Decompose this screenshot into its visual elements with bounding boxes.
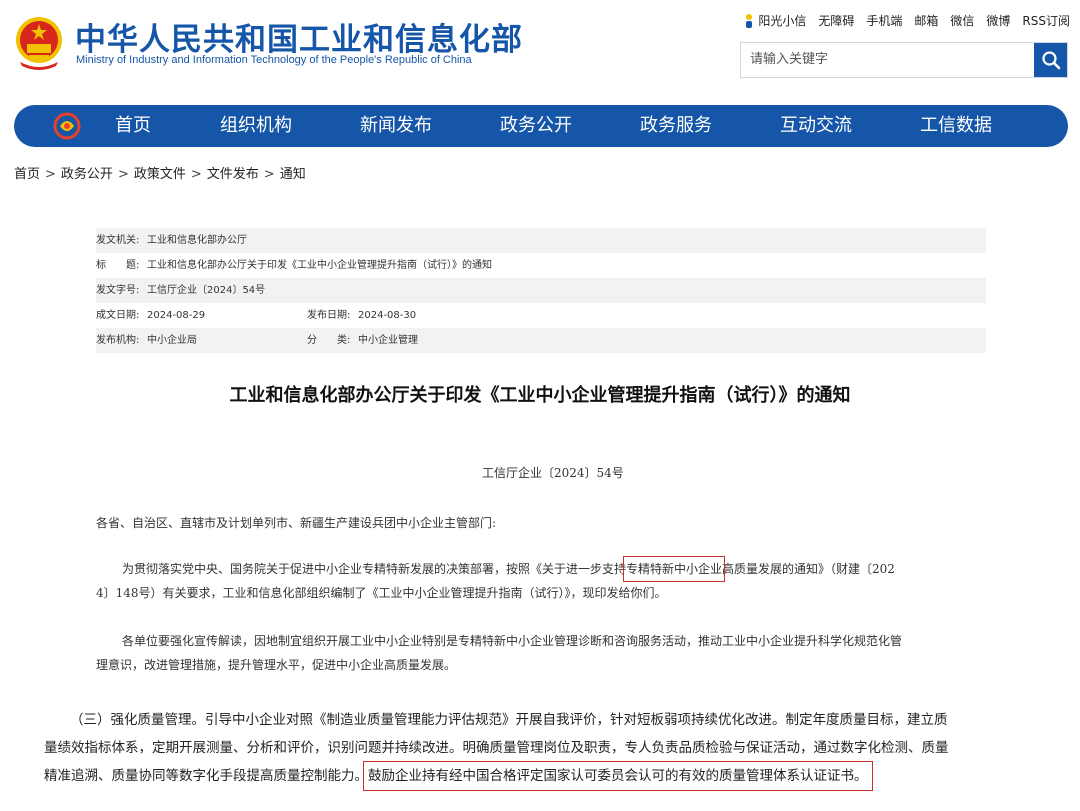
document-metadata: 发文机关: 工业和信息化部办公厅 标 题: 工业和信息化部办公厅关于印发《工业中… bbox=[96, 228, 986, 353]
meta-value: 2024-08-29 bbox=[147, 310, 206, 321]
toplink-mobile[interactable]: 手机端 bbox=[866, 12, 902, 29]
highlighted-phrase: 专精特新中小企业 bbox=[623, 556, 726, 582]
toplink-accessibility[interactable]: 无障碍 bbox=[818, 12, 854, 29]
paragraph-2-line-1: 各单位要强化宣传解读，因地制宜组织开展工业中小企业特别是专精特新中小企业管理诊断… bbox=[122, 634, 903, 648]
toplink-sunshine[interactable]: 阳光小信 bbox=[743, 12, 806, 29]
paragraph-text: 为贯彻落实党中央、国务院关于促进中小企业专精特新发展的决策部署，按照《关于进一步… bbox=[122, 562, 627, 576]
meta-label: 成文日期: bbox=[96, 310, 140, 321]
meta-value: 工业和信息化部办公厅关于印发《工业中小企业管理提升指南（试行）》的通知 bbox=[147, 260, 492, 271]
site-subtitle: Ministry of Industry and Information Tec… bbox=[76, 54, 472, 66]
nav-item-services[interactable]: 政务服务 bbox=[640, 105, 712, 147]
paragraph-2-line-2: 理意识，改进管理措施，提升管理水平，促进中小企业高质量发展。 bbox=[96, 658, 457, 672]
document-number: 工信厅企业〔2024〕54号 bbox=[482, 466, 624, 480]
search-icon bbox=[1041, 51, 1060, 70]
sunshine-icon bbox=[746, 13, 753, 28]
breadcrumb-separator: > bbox=[45, 167, 56, 182]
ministry-logo-icon bbox=[53, 112, 81, 140]
meta-label: 分 类: bbox=[307, 335, 351, 346]
main-nav: 首页 组织机构 新闻发布 政务公开 政务服务 互动交流 工信数据 bbox=[14, 105, 1068, 147]
toplink-mail[interactable]: 邮箱 bbox=[914, 12, 938, 29]
meta-value: 中小企业局 bbox=[147, 335, 197, 346]
meta-value: 工业和信息化部办公厅 bbox=[147, 235, 247, 246]
top-links: 阳光小信 无障碍 手机端 邮箱 微信 微博 RSS订阅 bbox=[743, 12, 1070, 29]
highlighted-sentence: 鼓励企业持有经中国合格评定国家认可委员会认可的有效的质量管理体系认证证书。 bbox=[363, 761, 873, 791]
meta-row-dates: 成文日期: 2024-08-29 发布日期: 2024-08-30 bbox=[96, 303, 986, 328]
breadcrumb-current: 通知 bbox=[279, 167, 306, 182]
meta-value: 中小企业管理 bbox=[358, 335, 418, 346]
breadcrumb-separator: > bbox=[263, 167, 275, 182]
highlight-box bbox=[623, 556, 726, 582]
nav-item-organization[interactable]: 组织机构 bbox=[220, 105, 292, 147]
meta-label: 发文字号: bbox=[96, 285, 140, 296]
nav-item-home[interactable]: 首页 bbox=[115, 105, 151, 147]
toplink-rss[interactable]: RSS订阅 bbox=[1022, 12, 1070, 29]
site-header: 中华人民共和国工业和信息化部 Ministry of Industry and … bbox=[0, 0, 1080, 100]
meta-value: 工信厅企业〔2024〕54号 bbox=[147, 285, 266, 296]
meta-label: 发文机关: bbox=[96, 235, 140, 246]
breadcrumb-separator: > bbox=[117, 167, 129, 182]
meta-row-title: 标 题: 工业和信息化部办公厅关于印发《工业中小企业管理提升指南（试行）》的通知 bbox=[96, 253, 986, 278]
meta-value: 2024-08-30 bbox=[358, 310, 417, 321]
nav-item-news[interactable]: 新闻发布 bbox=[360, 105, 432, 147]
meta-row-docno: 发文字号: 工信厅企业〔2024〕54号 bbox=[96, 278, 986, 303]
paragraph-text: 高质量发展的通知》（财建〔202 bbox=[722, 562, 895, 576]
nav-item-interaction[interactable]: 互动交流 bbox=[780, 105, 852, 147]
breadcrumb-policy[interactable]: 政策文件 bbox=[134, 167, 186, 182]
search-button[interactable] bbox=[1034, 43, 1067, 77]
paragraph-1-line-1: 为贯彻落实党中央、国务院关于促进中小企业专精特新发展的决策部署，按照《关于进一步… bbox=[122, 556, 895, 582]
breadcrumb-home[interactable]: 首页 bbox=[14, 167, 40, 182]
nav-item-gov-affairs[interactable]: 政务公开 bbox=[500, 105, 572, 147]
breadcrumb-gov-affairs[interactable]: 政务公开 bbox=[61, 167, 113, 182]
excerpt-text: 精准追溯、质量协同等数字化手段提高质量控制能力。 bbox=[44, 768, 368, 784]
breadcrumb-separator: > bbox=[190, 167, 202, 182]
meta-row-org: 发布机构: 中小企业局 分 类: 中小企业管理 bbox=[96, 328, 986, 353]
toplink-label: 阳光小信 bbox=[758, 14, 807, 28]
search-box bbox=[740, 42, 1068, 78]
site-title: 中华人民共和国工业和信息化部 bbox=[75, 22, 523, 58]
excerpt-line-1: （三）强化质量管理。引导中小企业对照《制造业质量管理能力评估规范》开展自我评价，… bbox=[70, 712, 948, 728]
excerpt-line-3: 精准追溯、质量协同等数字化手段提高质量控制能力。鼓励企业持有经中国合格评定国家认… bbox=[44, 761, 873, 791]
meta-row-issuer: 发文机关: 工业和信息化部办公厅 bbox=[96, 228, 986, 253]
toplink-wechat[interactable]: 微信 bbox=[950, 12, 974, 29]
breadcrumb: 首页 > 政务公开 > 政策文件 > 文件发布 > 通知 bbox=[14, 163, 306, 182]
search-input[interactable] bbox=[741, 43, 1027, 75]
toplink-weibo[interactable]: 微博 bbox=[986, 12, 1010, 29]
nav-item-data[interactable]: 工信数据 bbox=[920, 105, 992, 147]
meta-label: 标 题: bbox=[96, 260, 140, 271]
meta-label: 发布机构: bbox=[96, 335, 140, 346]
salutation: 各省、自治区、直辖市及计划单列市、新疆生产建设兵团中小企业主管部门: bbox=[96, 516, 497, 530]
highlight-box bbox=[363, 761, 873, 791]
meta-label: 发布日期: bbox=[307, 310, 351, 321]
document-title: 工业和信息化部办公厅关于印发《工业中小企业管理提升指南（试行）》的通知 bbox=[229, 385, 851, 406]
breadcrumb-release[interactable]: 文件发布 bbox=[207, 167, 259, 182]
paragraph-1-line-2: 4〕148号）有关要求，工业和信息化部组织编制了《工业中小企业管理提升指南（试行… bbox=[96, 586, 667, 600]
excerpt-line-2: 量绩效指标体系，定期开展测量、分析和评价，识别问题并持续改进。明确质量管理岗位及… bbox=[44, 740, 949, 756]
national-emblem-icon bbox=[16, 17, 62, 70]
